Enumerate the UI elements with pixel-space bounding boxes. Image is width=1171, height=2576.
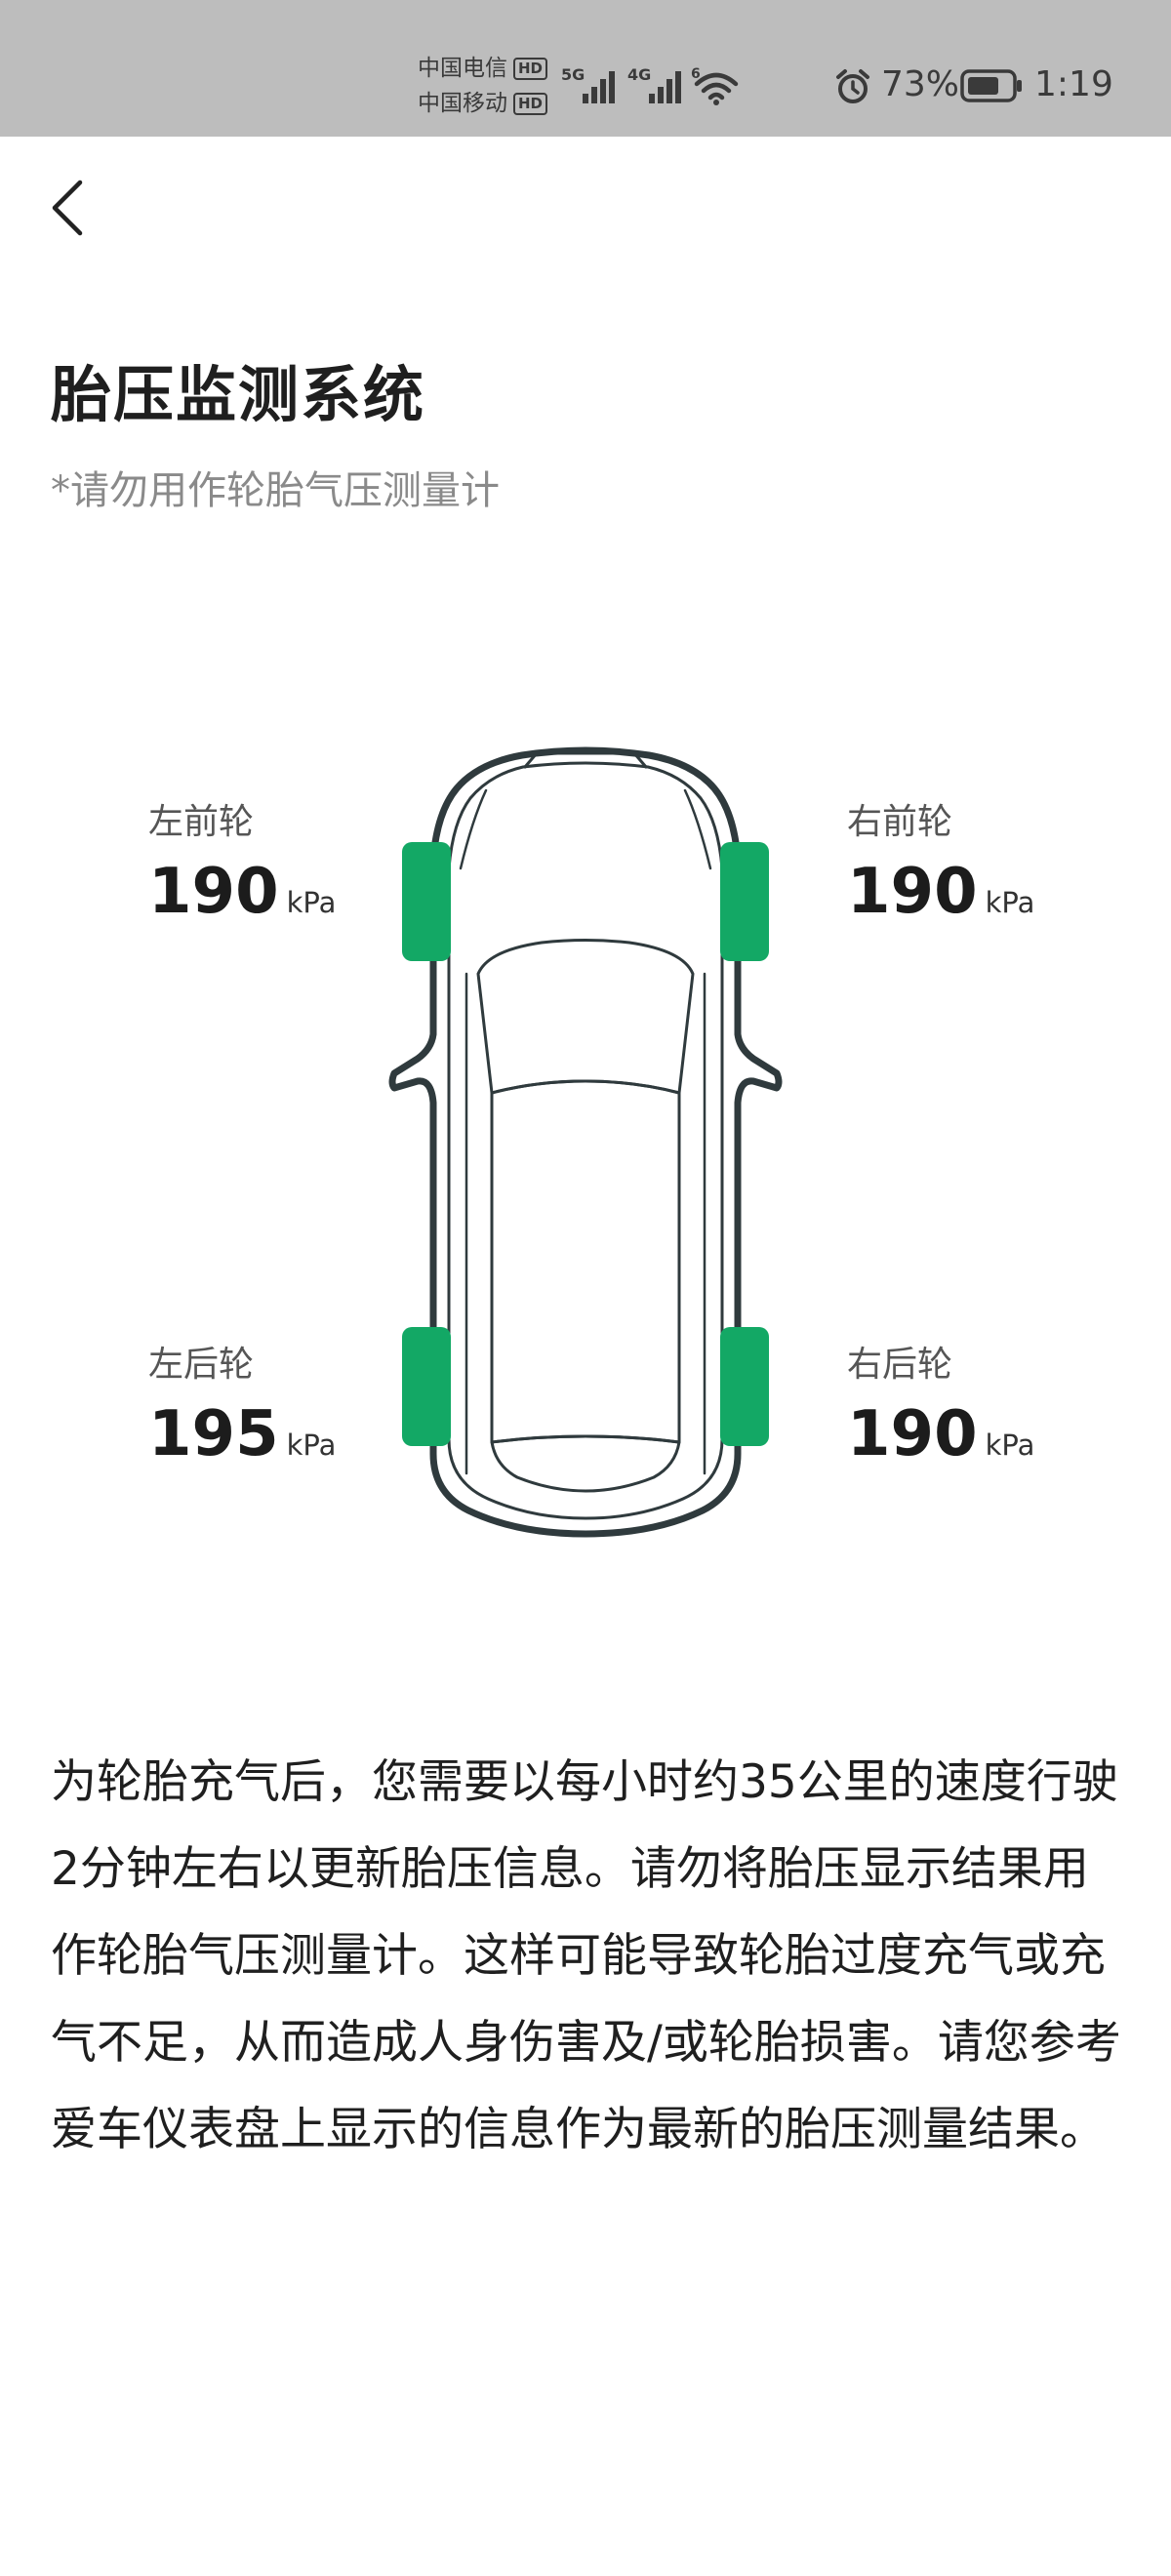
car-top-view-diagram: [388, 746, 783, 1538]
hd-badge: HD: [513, 57, 548, 80]
tire-label: 右前轮: [847, 802, 953, 842]
tire-rear-right-indicator: [720, 1327, 769, 1446]
carrier-1-name: 中国电信: [418, 56, 507, 81]
chevron-left-icon[interactable]: [49, 179, 88, 237]
tire-label: 右后轮: [847, 1345, 953, 1385]
battery-icon: [960, 69, 1022, 102]
battery-fill: [968, 77, 998, 95]
carrier-1: 中国电信 HD: [418, 51, 548, 86]
hd-badge: HD: [513, 92, 548, 115]
tire-reading: 195 kPa: [148, 1398, 336, 1470]
tire-reading: 190 kPa: [847, 856, 1034, 928]
tire-pressure-value: 195: [148, 1398, 279, 1470]
tire-pressure-value: 190: [847, 856, 978, 928]
status-bar: 中国电信 HD 中国移动 HD 5G 4G 6 73% 1:19: [0, 0, 1171, 137]
tire-pressure-value: 190: [847, 1398, 978, 1470]
battery-percent: 73%: [881, 64, 960, 104]
tire-front-left-indicator: [402, 842, 451, 961]
rear-window: [490, 1434, 681, 1493]
tire-front-right-indicator: [720, 842, 769, 961]
tire-reading: 190 kPa: [148, 856, 336, 928]
alarm-icon: [836, 69, 869, 103]
wifi-icon: 6: [691, 66, 739, 105]
signal-icon: 4G: [627, 65, 681, 103]
status-time: 1:19: [1034, 64, 1113, 104]
signal-icon: 5G: [561, 65, 615, 103]
tire-label: 左前轮: [148, 802, 255, 842]
network-type-label: 5G: [561, 65, 585, 84]
page-subtitle: *请勿用作轮胎气压测量计: [51, 468, 500, 513]
carrier-2-name: 中国移动: [418, 91, 507, 116]
tire-pressure-unit: kPa: [985, 886, 1035, 919]
tire-pressure-unit: kPa: [985, 1429, 1035, 1462]
tire-pressure-unit: kPa: [286, 886, 337, 919]
tire-front-left: 左前轮 190 kPa: [148, 801, 336, 928]
tire-pressure-value: 190: [148, 856, 279, 928]
tire-rear-left-indicator: [402, 1327, 451, 1446]
back-button[interactable]: [39, 176, 98, 240]
tire-reading: 190 kPa: [847, 1398, 1034, 1470]
tpms-description: 为轮胎充气后，您需要以每小时约35公里的速度行驶2分钟左右以更新胎压信息。请勿将…: [51, 1755, 1121, 2156]
carrier-2: 中国移动 HD: [418, 86, 548, 121]
tire-rear-left: 左后轮 195 kPa: [148, 1344, 336, 1470]
carrier-info: 中国电信 HD 中国移动 HD: [418, 51, 548, 121]
tire-label: 左后轮: [148, 1345, 255, 1385]
windshield: [476, 939, 695, 1095]
page-title: 胎压监测系统: [51, 359, 426, 430]
network-type-label: 4G: [627, 65, 651, 84]
tire-front-right: 右前轮 190 kPa: [847, 801, 1034, 928]
tire-rear-right: 右后轮 190 kPa: [847, 1344, 1034, 1470]
roof: [490, 1079, 681, 1444]
tire-pressure-unit: kPa: [286, 1429, 337, 1462]
